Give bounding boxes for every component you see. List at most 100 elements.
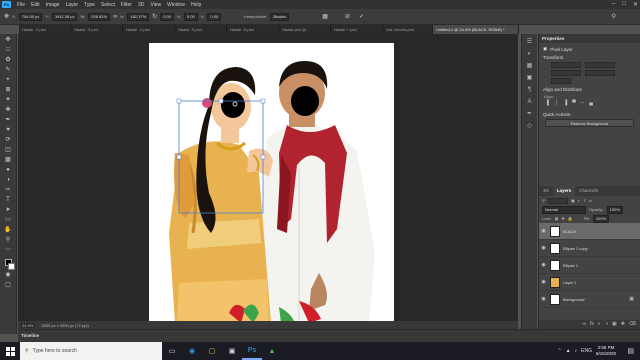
gradient-tool-icon[interactable]: ▩ — [3, 156, 14, 165]
minimize-icon[interactable]: – — [612, 1, 615, 8]
doc-tab[interactable]: Haasir -6.psd — [227, 25, 279, 34]
remove-background-button[interactable]: Remove Background — [545, 119, 634, 127]
path-select-tool-icon[interactable]: ➤ — [3, 206, 14, 215]
opacity-field[interactable]: 100% — [606, 205, 623, 214]
store-icon[interactable]: ▣ — [222, 342, 242, 360]
tab-3d[interactable]: 3D — [539, 186, 553, 196]
notifications-icon[interactable]: ▤ — [627, 347, 634, 355]
app-taskbar-icon[interactable]: ▲ — [262, 342, 282, 360]
tab-layers[interactable]: Layers — [552, 186, 576, 196]
y-field[interactable]: 1911.38 px — [51, 12, 78, 21]
menu-select[interactable]: Select — [98, 2, 118, 8]
layer-name[interactable]: Ellipse 1 copy — [563, 246, 588, 251]
add-mask-icon[interactable]: ◐ — [598, 320, 601, 329]
menu-edit[interactable]: Edit — [28, 2, 43, 8]
edge-browser-icon[interactable]: ◉ — [182, 342, 202, 360]
doc-tab[interactable]: Haasir +.psd — [331, 25, 383, 34]
lock-position-icon[interactable]: ✥ — [561, 216, 564, 221]
menu-view[interactable]: View — [147, 2, 164, 8]
eraser-tool-icon[interactable]: ◫ — [3, 146, 14, 155]
brush-tool-icon[interactable]: ✒ — [3, 116, 14, 125]
volume-icon[interactable]: ♪ — [575, 348, 578, 354]
align-top-icon[interactable]: ▀ — [572, 100, 576, 106]
h-field[interactable]: 182.37% — [127, 12, 150, 21]
delete-layer-icon[interactable]: ⌫ — [629, 320, 636, 329]
align-center-icon[interactable]: │ — [556, 100, 559, 106]
taskbar-search[interactable]: ⚲ Type here to search — [20, 342, 162, 360]
transform-h-field[interactable] — [551, 70, 581, 76]
x-field[interactable]: 704.00 px — [18, 12, 43, 21]
layer-row[interactable]: ◉ BLACK — [539, 223, 640, 240]
interpolation-select[interactable]: Bicubic — [270, 12, 290, 21]
tab-channels[interactable]: Channels — [575, 186, 602, 196]
move-tool-icon[interactable]: ✥ — [4, 13, 9, 20]
doc-tab[interactable]: Haasir -5.psd — [175, 25, 227, 34]
transform-y-field[interactable] — [585, 70, 615, 76]
character-icon[interactable]: A — [527, 98, 531, 107]
transform-x-field[interactable] — [585, 62, 615, 68]
filter-shape-icon[interactable]: ▭ — [589, 198, 593, 203]
commit-transform-icon[interactable]: ✓ — [359, 13, 364, 20]
stamp-tool-icon[interactable]: ♥ — [3, 126, 14, 135]
fill-field[interactable]: 100% — [592, 214, 610, 223]
document-info[interactable]: 3000 px x 3000 px (72 ppi) — [41, 323, 88, 328]
v-skew-field[interactable]: 0.00 — [207, 12, 222, 21]
doc-tab[interactable]: hair strocks.psd — [383, 25, 433, 34]
lock-pixels-icon[interactable]: ▦ — [555, 216, 559, 221]
zoom-level[interactable]: 24.4% — [20, 322, 36, 328]
photoshop-taskbar-icon[interactable]: Ps — [242, 342, 262, 360]
language-indicator[interactable]: ENG — [581, 348, 592, 354]
warp-icon[interactable]: ▦ — [322, 13, 328, 20]
menu-3d[interactable]: 3D — [135, 2, 147, 8]
layer-name[interactable]: Layer 1 — [563, 280, 576, 285]
shape-tool-icon[interactable]: ▭ — [3, 216, 14, 225]
eye-icon[interactable]: ◉ — [539, 262, 548, 268]
lock-all-icon[interactable]: 🔒 — [568, 216, 573, 221]
doc-tab[interactable]: Haasir -3.psd — [71, 25, 123, 34]
task-view-icon[interactable]: ▭ — [162, 342, 182, 360]
align-bottom-icon[interactable]: ▄ — [589, 100, 593, 106]
transform-section[interactable]: Transform — [539, 52, 640, 60]
timeline-title[interactable]: Timeline — [21, 333, 39, 338]
new-layer-icon[interactable]: ✚ — [621, 320, 625, 329]
layer-row[interactable]: ◉ Background ▣ — [539, 291, 640, 308]
hand-tool-icon[interactable]: ✋ — [3, 226, 14, 235]
new-group-icon[interactable]: ▣ — [612, 320, 617, 329]
angle-field[interactable]: 0.00 — [160, 12, 174, 21]
tray-chevron-icon[interactable]: ⌃ — [557, 348, 561, 354]
file-explorer-icon[interactable]: ▢ — [202, 342, 222, 360]
new-adjustment-icon[interactable]: ◑ — [605, 320, 608, 329]
maximize-icon[interactable]: □ — [622, 1, 626, 8]
cancel-transform-icon[interactable]: ⊘ — [345, 13, 350, 20]
paragraph-icon[interactable]: ¶ — [528, 86, 531, 95]
history-brush-icon[interactable]: ⟳ — [3, 136, 14, 145]
document-canvas[interactable] — [149, 43, 394, 323]
libraries-icon[interactable]: ▣ — [527, 74, 533, 83]
eye-icon[interactable]: ◉ — [539, 245, 548, 251]
link-layers-icon[interactable]: ∞ — [582, 320, 586, 329]
screen-mode-icon[interactable]: ▢ — [3, 281, 14, 290]
fx-icon[interactable]: fx — [590, 320, 594, 329]
type-tool-icon[interactable]: T — [3, 196, 14, 205]
doc-tab[interactable]: Haasir.psd @... — [279, 25, 331, 34]
doc-tab[interactable]: Haasir -4.psd — [123, 25, 175, 34]
doc-tab[interactable]: Haasir -2.psd — [19, 25, 71, 34]
quick-select-tool-icon[interactable]: ✎ — [3, 66, 14, 75]
marquee-tool-icon[interactable]: □ — [3, 46, 14, 55]
eyedropper-tool-icon[interactable]: ✦ — [3, 96, 14, 105]
search-icon[interactable]: ⚲ — [612, 13, 616, 20]
close-icon[interactable]: ✕ — [633, 1, 638, 8]
quick-actions-section[interactable]: Quick Actions — [539, 109, 640, 117]
healing-tool-icon[interactable]: ✚ — [3, 106, 14, 115]
frame-tool-icon[interactable]: ⊠ — [3, 86, 14, 95]
background-color-swatch[interactable] — [7, 263, 15, 270]
layer-name[interactable]: Ellipse 1 — [563, 263, 578, 268]
dodge-tool-icon[interactable]: ◑ — [3, 176, 14, 185]
styles-icon[interactable]: ◇ — [527, 122, 532, 131]
filter-kind-icon[interactable]: ⚲ — [542, 198, 545, 203]
network-icon[interactable]: ▲ — [566, 348, 571, 354]
layer-name[interactable]: BLACK — [563, 229, 576, 234]
align-distribute-section[interactable]: Align and Distribute — [539, 84, 640, 92]
windows-start-icon[interactable] — [0, 342, 20, 360]
menu-filter[interactable]: Filter — [118, 2, 135, 8]
